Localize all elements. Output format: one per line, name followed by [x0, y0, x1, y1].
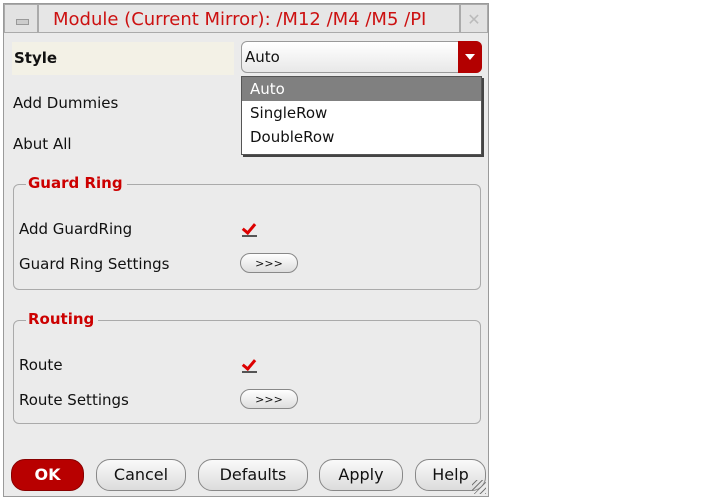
- chevron-down-icon[interactable]: [458, 41, 482, 73]
- add-guardring-checkbox[interactable]: [242, 223, 257, 237]
- cancel-button[interactable]: Cancel: [96, 459, 186, 491]
- guard-ring-settings-button[interactable]: >>>: [240, 253, 298, 273]
- style-label: Style: [12, 42, 234, 75]
- apply-button[interactable]: Apply: [319, 459, 403, 491]
- routing-legend: Routing: [26, 310, 99, 328]
- guard-ring-settings-label: Guard Ring Settings: [19, 255, 170, 273]
- ok-button[interactable]: OK: [11, 459, 84, 491]
- route-settings-button[interactable]: >>>: [240, 389, 298, 409]
- style-combobox[interactable]: Auto: [241, 41, 482, 73]
- style-option-auto[interactable]: Auto: [242, 77, 481, 101]
- route-settings-label: Route Settings: [19, 391, 129, 409]
- window-menu-button[interactable]: [4, 4, 38, 33]
- title-bar: Module (Current Mirror): /M12 /M4 /M5 /P…: [4, 4, 488, 35]
- resize-grip-icon[interactable]: [472, 480, 486, 494]
- route-label: Route: [19, 356, 63, 374]
- style-option-doublerow[interactable]: DoubleRow: [242, 125, 481, 149]
- style-value: Auto: [245, 48, 280, 66]
- style-dropdown-menu: Auto SingleRow DoubleRow: [241, 76, 482, 155]
- guard-ring-legend: Guard Ring: [26, 174, 127, 192]
- module-dialog: Module (Current Mirror): /M12 /M4 /M5 /P…: [3, 3, 489, 497]
- defaults-button[interactable]: Defaults: [198, 459, 308, 491]
- add-guardring-label: Add GuardRing: [19, 220, 133, 238]
- window-title: Module (Current Mirror): /M12 /M4 /M5 /P…: [38, 4, 460, 33]
- route-checkbox[interactable]: [242, 359, 257, 373]
- abut-all-label: Abut All: [13, 135, 72, 153]
- add-dummies-label: Add Dummies: [13, 94, 119, 112]
- guard-ring-group: Guard Ring Add GuardRing Guard Ring Sett…: [13, 174, 481, 290]
- close-icon[interactable]: ✕: [460, 4, 488, 33]
- routing-group: Routing Route Route Settings >>>: [13, 310, 481, 424]
- style-option-singlerow[interactable]: SingleRow: [242, 101, 481, 125]
